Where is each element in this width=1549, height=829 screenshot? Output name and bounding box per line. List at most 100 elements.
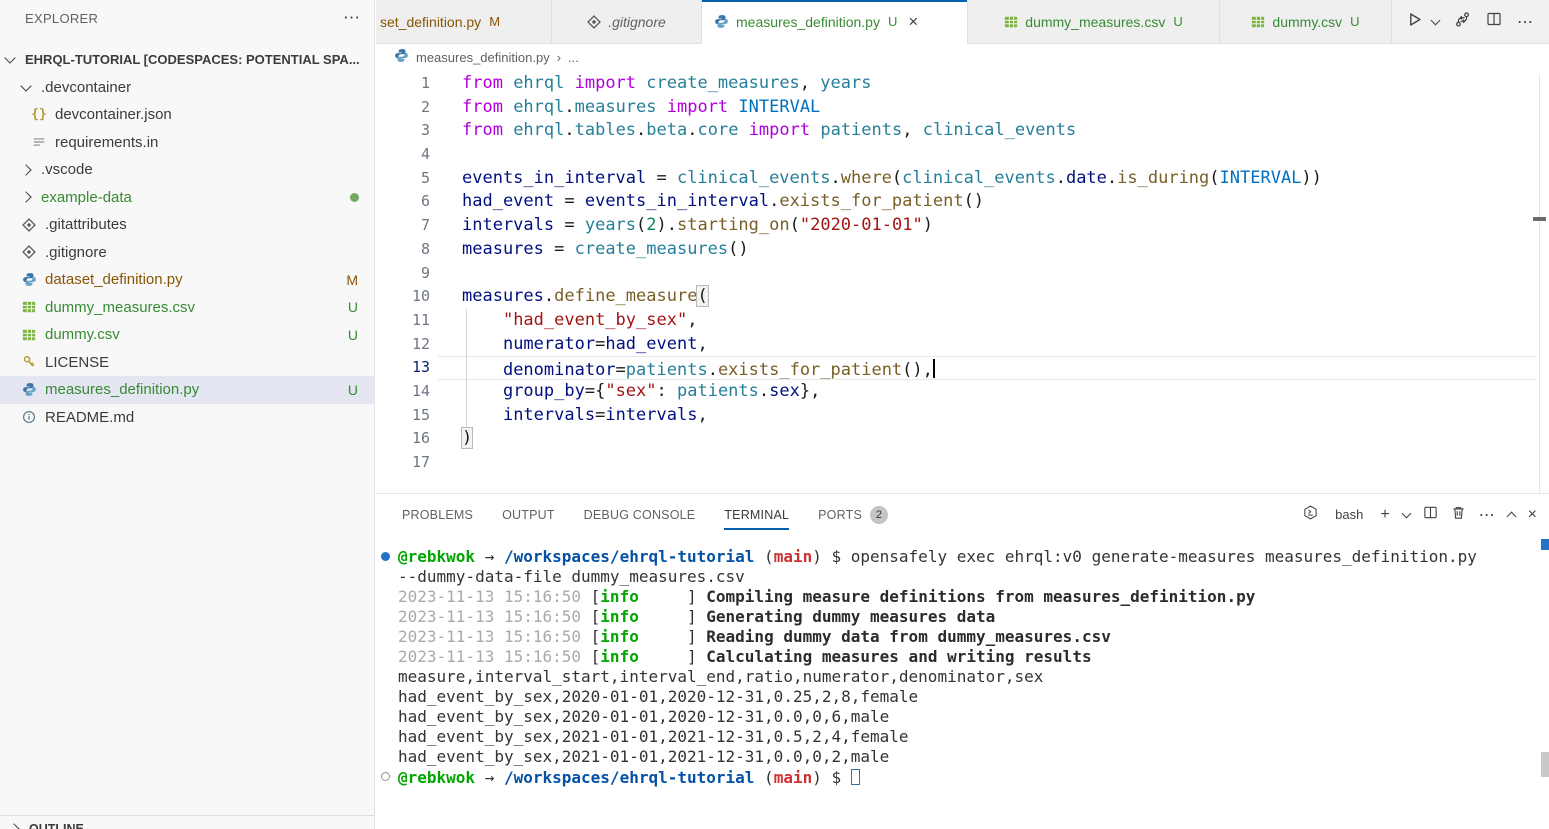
terminal-row: 2023-11-13 15:16:50 [info ] Calculating … <box>376 647 1541 667</box>
code-line-13[interactable]: 13 denominator=patients.exists_for_patie… <box>376 356 1539 380</box>
new-terminal-button[interactable]: + <box>1380 506 1389 524</box>
line-number: 4 <box>376 143 430 167</box>
editor-area: set_definition.pyM.gitignoremeasures_def… <box>376 0 1549 829</box>
tree-item-requirements-in[interactable]: requirements.in <box>0 129 374 157</box>
close-panel-icon[interactable]: × <box>1528 506 1537 524</box>
code-text: from ehrql.tables.beta.core import patie… <box>462 119 1076 143</box>
breadcrumb-file[interactable]: measures_definition.py <box>416 50 550 65</box>
panel-more-button[interactable]: ⋯ <box>1479 505 1495 525</box>
open-changes-button[interactable] <box>1454 11 1471 33</box>
panel-tab-debug-console[interactable]: DEBUG CONSOLE <box>584 494 696 535</box>
code-text: from ehrql import create_measures, years <box>462 72 871 96</box>
split-editor-button[interactable] <box>1486 11 1502 32</box>
code-line-1[interactable]: 1 from ehrql import create_measures, year… <box>376 72 1539 96</box>
code-line-16[interactable]: 16) <box>376 427 1539 451</box>
panel-tab-ports[interactable]: PORTS2 <box>818 494 888 535</box>
code-line-9[interactable]: 9 <box>376 262 1539 286</box>
code-editor[interactable]: 1 from ehrql import create_measures, year… <box>376 70 1549 493</box>
tree-item-dataset-definition-py[interactable]: dataset_definition.pyM <box>0 266 374 294</box>
tab-dummy-measures-csv[interactable]: dummy_measures.csvU <box>968 0 1220 43</box>
run-dropdown[interactable] <box>1431 15 1441 25</box>
code-line-3[interactable]: 3 from ehrql.tables.beta.core import pati… <box>376 119 1539 143</box>
tab-measures-definition-py[interactable]: measures_definition.pyU× <box>702 0 968 43</box>
tree-item-gitattributes[interactable]: .gitattributes <box>0 211 374 239</box>
python-icon <box>394 48 409 66</box>
maximize-panel-icon[interactable] <box>1506 511 1516 521</box>
panel-tab-output[interactable]: OUTPUT <box>502 494 555 535</box>
panel-tab-label: TERMINAL <box>724 508 789 522</box>
tree-item-label: measures_definition.py <box>45 381 199 398</box>
command-decoration-filled[interactable] <box>381 552 390 561</box>
tree-item-vscode[interactable]: .vscode <box>0 156 374 184</box>
tree-item-label: .vscode <box>41 161 93 178</box>
kill-terminal-button[interactable] <box>1451 505 1466 525</box>
code-line-4[interactable]: 4 <box>376 143 1539 167</box>
panel-tab-problems[interactable]: PROBLEMS <box>402 494 473 535</box>
code-line-7[interactable]: 7intervals = years(2).starting_on("2020-… <box>376 214 1539 238</box>
line-number: 3 <box>376 119 430 143</box>
breadcrumb[interactable]: measures_definition.py › ... <box>376 44 1549 70</box>
code-text: events_in_interval = clinical_events.whe… <box>462 167 1322 191</box>
csv-icon <box>1004 15 1018 29</box>
code-line-14[interactable]: 14 group_by={"sex": patients.sex}, <box>376 380 1539 404</box>
command-decoration-open[interactable] <box>381 772 390 781</box>
terminal-row: 2023-11-13 15:16:50 [info ] Reading dumm… <box>376 627 1541 647</box>
tree-item-gitignore[interactable]: .gitignore <box>0 239 374 267</box>
csv-icon <box>20 328 38 342</box>
tree-item-dummy-csv[interactable]: dummy.csvU <box>0 321 374 349</box>
terminal-row: had_event_by_sex,2020-01-01,2020-12-31,0… <box>376 687 1541 707</box>
chevron-right-icon <box>8 823 19 829</box>
tab-gitignore[interactable]: .gitignore <box>552 0 702 43</box>
json-icon: {} <box>30 107 48 122</box>
tree-item-label: dummy_measures.csv <box>45 299 195 316</box>
vscode-window: EXPLORER ⋯ EHRQL-TUTORIAL [CODESPACES: P… <box>0 0 1549 829</box>
tree-item-label: requirements.in <box>55 134 158 151</box>
indent-guide <box>466 309 467 427</box>
shell-label[interactable]: bash <box>1335 507 1363 522</box>
code-line-10[interactable]: 10measures.define_measure( <box>376 285 1539 309</box>
tree-root-folder[interactable]: EHRQL-TUTORIAL [CODESPACES: POTENTIAL SP… <box>0 46 374 74</box>
tree-item-example-data[interactable]: example-data <box>0 184 374 212</box>
tab-dummy-csv[interactable]: dummy.csvU <box>1220 0 1392 43</box>
code-line-6[interactable]: 6had_event = events_in_interval.exists_f… <box>376 190 1539 214</box>
close-icon[interactable]: × <box>908 15 918 29</box>
python-icon <box>20 272 38 287</box>
line-number: 5 <box>376 167 430 191</box>
tree-item-label: .devcontainer <box>41 79 131 96</box>
code-line-8[interactable]: 8measures = create_measures() <box>376 238 1539 262</box>
editor-more-button[interactable]: ⋯ <box>1517 12 1533 32</box>
tree-item-readme-md[interactable]: README.md <box>0 404 374 432</box>
code-line-12[interactable]: 12 numerator=had_event, <box>376 333 1539 357</box>
terminal-content[interactable]: @rebkwok → /workspaces/ehrql-tutorial (m… <box>376 538 1541 787</box>
terminal-scrollbar[interactable] <box>1541 752 1549 777</box>
code-line-2[interactable]: 2from ehrql.measures import INTERVAL <box>376 96 1539 120</box>
terminal-dropdown-icon[interactable] <box>1401 508 1411 518</box>
line-number: 15 <box>376 404 430 428</box>
panel-tab-label: OUTPUT <box>502 508 555 522</box>
explorer-more-icon[interactable]: ⋯ <box>343 13 360 23</box>
line-number: 1 <box>376 72 430 96</box>
code-text: intervals = years(2).starting_on("2020-0… <box>462 214 933 238</box>
tree-item-devcontainer-json[interactable]: {}devcontainer.json <box>0 101 374 129</box>
terminal-cursor[interactable] <box>851 769 860 785</box>
outline-section-header[interactable]: OUTLINE <box>0 815 374 829</box>
tree-item-label: dummy.csv <box>45 326 120 343</box>
code-line-11[interactable]: 11 "had_event_by_sex", <box>376 309 1539 333</box>
code-line-17[interactable]: 17 <box>376 451 1539 475</box>
tree-item-devcontainer[interactable]: .devcontainer <box>0 74 374 102</box>
split-terminal-button[interactable] <box>1423 505 1438 525</box>
panel-tab-terminal[interactable]: TERMINAL <box>724 494 789 535</box>
tree-item-measures-definition-py[interactable]: measures_definition.pyU <box>0 376 374 404</box>
tree-item-license[interactable]: LICENSE <box>0 349 374 377</box>
line-number: 11 <box>376 309 430 333</box>
breadcrumb-more[interactable]: ... <box>568 50 579 65</box>
chevron-down-icon <box>20 80 31 91</box>
code-line-15[interactable]: 15 intervals=intervals, <box>376 404 1539 428</box>
run-button[interactable] <box>1406 11 1423 33</box>
tab-set-definition-py[interactable]: set_definition.pyM <box>376 0 552 43</box>
code-line-5[interactable]: 5 events_in_interval = clinical_events.wh… <box>376 167 1539 191</box>
tree-item-dummy-measures-csv[interactable]: dummy_measures.csvU <box>0 294 374 322</box>
csv-icon <box>1251 15 1265 29</box>
explorer-sidebar: EXPLORER ⋯ EHRQL-TUTORIAL [CODESPACES: P… <box>0 0 375 829</box>
terminal-scroll-marker <box>1541 539 1549 550</box>
